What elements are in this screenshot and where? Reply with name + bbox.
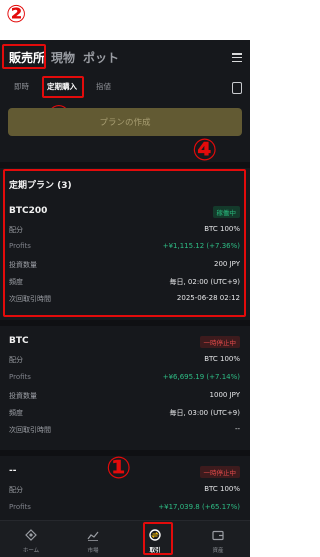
plan-row: 次回取引時間 -- [9,425,240,436]
tab-spot[interactable]: 現物 [51,49,75,66]
row-value: +¥6,695.19 (+7.14%) [162,373,240,381]
plan-row: 配分 BTC 100% [9,355,240,366]
nav-label: 市場 [87,548,99,554]
row-key: Profits [9,373,31,381]
row-value: +¥17,039.8 (+65.17%) [158,503,240,511]
subtab-limit[interactable]: 指値 [96,81,111,92]
status-badge: 一時停止中 [199,336,240,348]
calculator-icon[interactable] [232,82,242,94]
row-key: 投資数量 [9,392,37,400]
market-icon [87,531,99,541]
nav-label: ホーム [22,548,40,554]
plan-row: 配分 BTC 100% [9,485,240,496]
row-value: BTC 100% [204,485,240,493]
nav-assets[interactable]: 資産 [193,521,243,557]
row-key: 頻度 [9,409,23,417]
plan-symbol: BTC [9,336,29,346]
row-key: 次回取引時間 [9,426,51,434]
row-value: 毎日, 03:00 (UTC+9) [169,409,240,417]
highlight-box-recurring-tab [42,76,84,98]
wallet-icon [212,530,224,541]
plan-row: 投資数量 1000 JPY [9,391,240,402]
menu-icon[interactable] [232,53,242,63]
create-plan-button[interactable]: プランの作成 [8,108,242,136]
row-value: -- [234,425,240,433]
order-type-tabs: 即時 定期購入 指値 [0,74,250,102]
annotation-number-1: ① [106,451,132,486]
annotation-strip [0,0,250,40]
subtab-instant[interactable]: 即時 [14,81,29,92]
home-icon [25,529,37,541]
status-badge: 一時停止中 [199,466,240,478]
highlight-box-sales-tab [2,44,46,69]
highlight-box-trade-tab [143,522,173,555]
nav-label: 資産 [212,548,224,554]
nav-market[interactable]: 市場 [68,521,118,557]
bottom-nav: ホーム 市場 取引 資産 [0,520,250,557]
plan-card[interactable]: BTC 一時停止中 配分 BTC 100% Profits +¥6,695.19 (… [0,326,250,438]
app-screen: ② 販売所 現物 ポット 即時 定期購入 指値 ③ プランの作成 ④ 定期プラン… [0,0,250,557]
highlight-box-plan-list [3,169,246,317]
row-value: 1000 JPY [209,391,240,399]
row-key: 配分 [9,356,23,364]
row-value: BTC 100% [204,355,240,363]
annotation-number-2: ② [6,0,27,28]
row-key: 配分 [9,486,23,494]
plan-symbol: -- [9,466,17,476]
plan-row: Profits +¥17,039.8 (+65.17%) [9,503,240,514]
plan-row: Profits +¥6,695.19 (+7.14%) [9,373,240,384]
plan-row: 頻度 毎日, 03:00 (UTC+9) [9,408,240,419]
nav-home[interactable]: ホーム [6,521,56,557]
tab-pot[interactable]: ポット [83,49,119,66]
row-key: Profits [9,503,31,511]
